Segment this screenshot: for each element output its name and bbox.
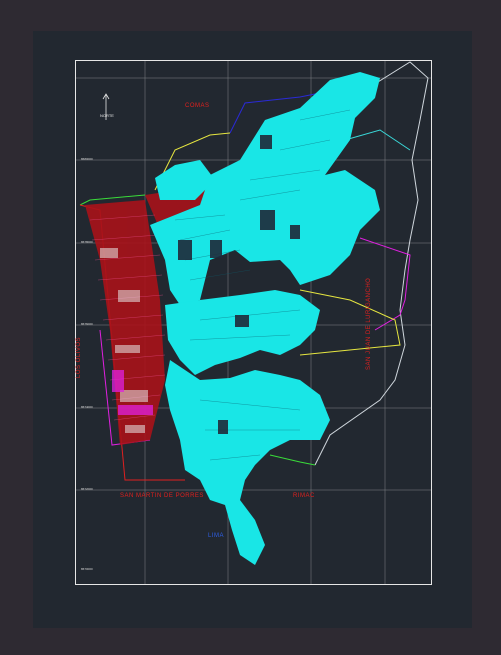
district-label-comas: COMAS	[185, 103, 210, 109]
grid-coord: 8672000	[81, 487, 93, 491]
drawing-frame	[75, 60, 432, 585]
north-label: NORTE	[100, 113, 114, 118]
district-label-sjl: SAN JUAN DE LURIGANCHO	[366, 277, 372, 370]
district-label-rimac: RIMAC	[293, 493, 315, 499]
grid-coord: 8678000	[81, 240, 93, 244]
grid-coord: 8680000	[81, 157, 93, 161]
grid-coord: 8674000	[81, 405, 93, 409]
district-label-los-olivos: LOS OLIVOS	[76, 336, 82, 378]
district-label-smp: SAN MARTIN DE PORRES	[120, 493, 204, 499]
grid-coord: 8676000	[81, 322, 93, 326]
district-label-lima: LIMA	[208, 533, 225, 539]
grid-coord: 8670000	[81, 567, 93, 571]
